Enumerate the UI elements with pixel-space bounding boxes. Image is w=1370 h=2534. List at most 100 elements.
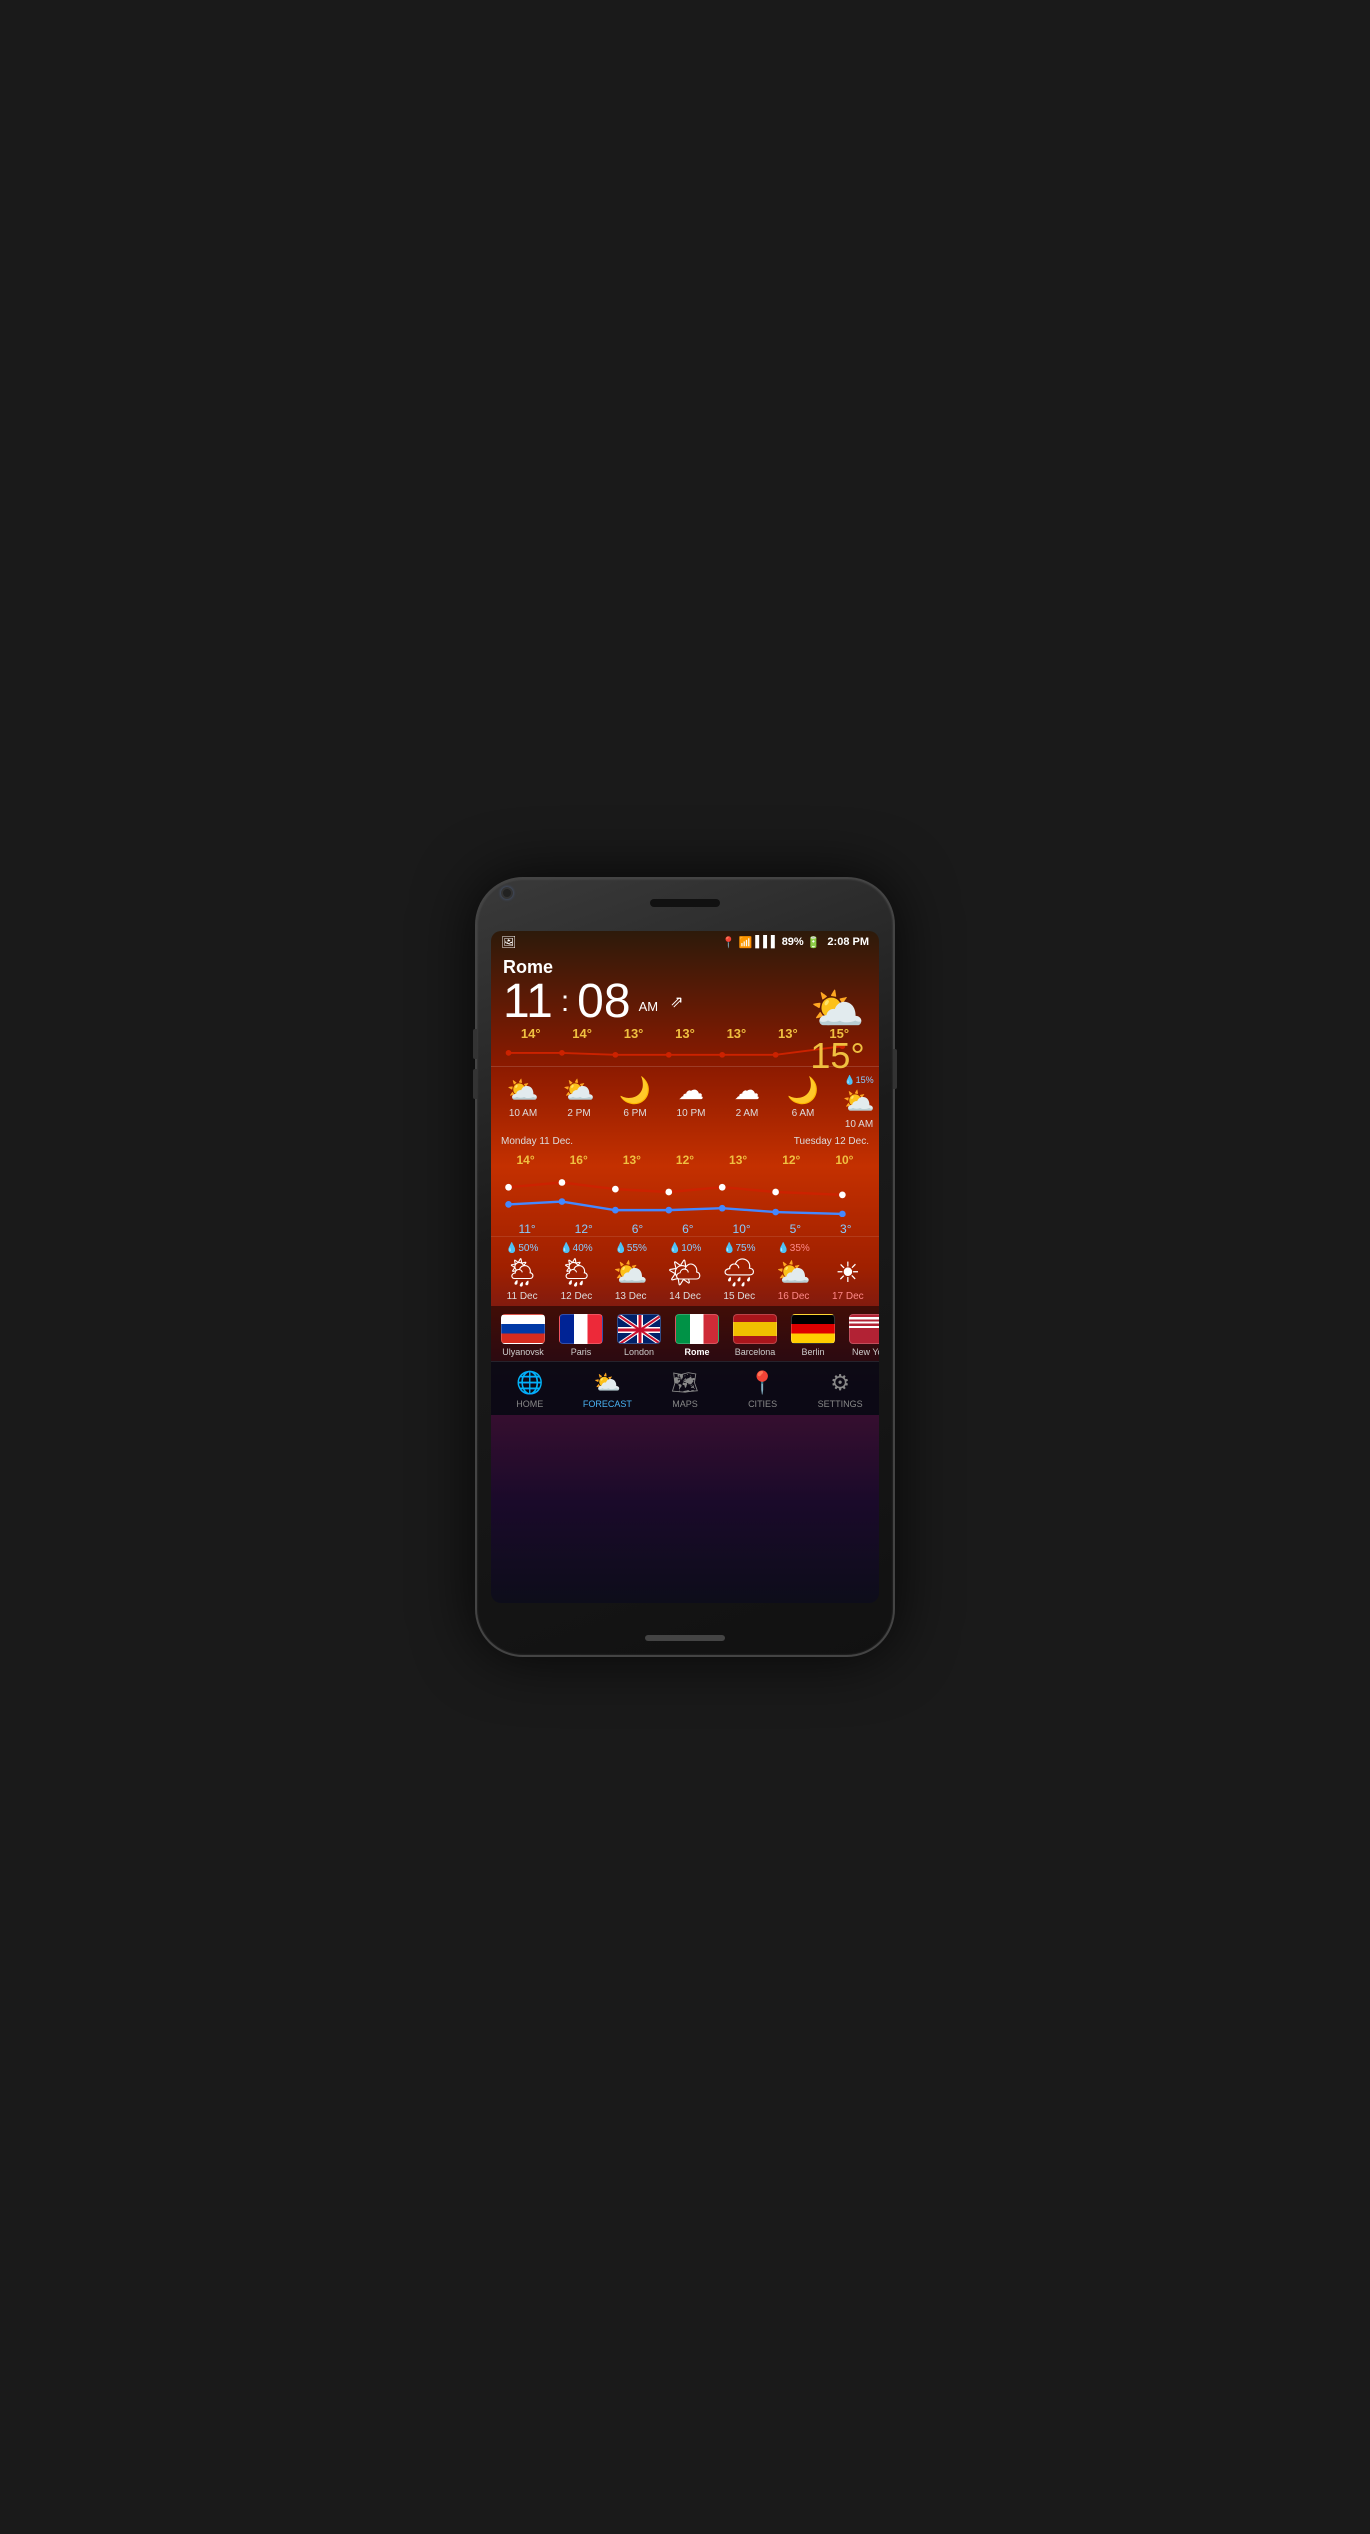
nav-forecast-label: FORECAST (583, 1399, 632, 1409)
date-labels-row: Monday 11 Dec. Tuesday 12 Dec. (491, 1134, 879, 1149)
daily-chart-svg (499, 1167, 871, 1217)
volume-up-button[interactable] (473, 1029, 477, 1059)
daily-high-3: 12° (676, 1153, 694, 1167)
share-icon[interactable]: ⇗ (670, 992, 683, 1012)
current-weather-icon: ⛅ (810, 983, 865, 1035)
day-date-6: 17 Dec (832, 1291, 864, 1302)
daily-high-2: 13° (623, 1153, 641, 1167)
cities-nav-icon: 📍 (749, 1370, 776, 1396)
day-precip-0: 💧50% (506, 1243, 538, 1254)
status-left: 🖼 (501, 935, 516, 949)
city-item-rome[interactable]: Rome (669, 1314, 725, 1357)
day-icon-1: 🌦 (559, 1256, 595, 1289)
battery-text: 89% (782, 936, 804, 948)
day-date-1: 12 Dec (561, 1291, 593, 1302)
hour-icon-6: ⛅ (843, 1086, 875, 1117)
city-item-barcelona[interactable]: Barcelona (727, 1314, 783, 1357)
day-card-6: ☀ 17 Dec (822, 1243, 874, 1302)
flag-italy (675, 1314, 719, 1344)
hour-icon-2: 🌙 (619, 1075, 651, 1106)
city-label-barcelona: Barcelona (735, 1347, 776, 1357)
daily-high-4: 13° (729, 1153, 747, 1167)
day-precip-4: 💧75% (723, 1243, 755, 1254)
day-date-4: 15 Dec (723, 1291, 755, 1302)
day-precip-1: 💧40% (560, 1243, 592, 1254)
city-item-berlin[interactable]: Berlin (785, 1314, 841, 1357)
status-right: 📍 📶 ▌▌▌ 89% 🔋 2:08 PM (722, 936, 869, 949)
city-name: Rome (503, 957, 867, 978)
daily-low-row: 11° 12° 6° 6° 10° 5° 3° (499, 1222, 871, 1236)
city-label-london: London (624, 1347, 654, 1357)
hour-time-1: 2 PM (567, 1108, 590, 1119)
hour-time-4: 2 AM (736, 1108, 759, 1119)
city-label-berlin: Berlin (801, 1347, 824, 1357)
time-ampm: AM (639, 999, 659, 1014)
weather-main: Rome 11 : 08 AM ⇗ ⛅ 15° (491, 953, 879, 1026)
signal-icon: ▌▌▌ (755, 936, 778, 948)
day-precip-6 (846, 1243, 849, 1254)
time-hours: 11 (503, 978, 553, 1026)
temp-label-3: 13° (675, 1026, 695, 1041)
nav-home-label: HOME (516, 1399, 543, 1409)
nav-maps-label: MAPS (672, 1399, 698, 1409)
flag-uk (617, 1314, 661, 1344)
day-precip-2: 💧55% (614, 1243, 646, 1254)
day-date-3: 14 Dec (669, 1291, 701, 1302)
flag-spain (733, 1314, 777, 1344)
gallery-icon: 🖼 (501, 935, 516, 949)
hour-item-1: ⛅ 2 PM (551, 1071, 607, 1134)
city-label-newyork: New York (852, 1347, 879, 1357)
home-indicator[interactable] (645, 1635, 725, 1641)
city-label-rome: Rome (684, 1347, 709, 1357)
daily-low-6: 3° (840, 1222, 851, 1236)
location-icon: 📍 (722, 936, 736, 949)
date-label-left: Monday 11 Dec. (501, 1136, 573, 1147)
phone-camera (501, 887, 513, 899)
hour-time-2: 6 PM (623, 1108, 646, 1119)
forecast-nav-icon: ⛅ (594, 1370, 621, 1396)
daily-high-1: 16° (570, 1153, 588, 1167)
battery-icon: 🔋 (807, 936, 821, 949)
day-icon-6: ☀ (835, 1256, 860, 1289)
hour-time-5: 6 AM (792, 1108, 815, 1119)
nav-cities-label: CITIES (748, 1399, 777, 1409)
daily-low-5: 5° (790, 1222, 801, 1236)
day-precip-3: 💧10% (669, 1243, 701, 1254)
city-label-paris: Paris (571, 1347, 592, 1357)
settings-nav-icon: ⚙ (830, 1370, 850, 1396)
hour-time-0: 10 AM (509, 1108, 537, 1119)
nav-cities[interactable]: 📍 CITIES (724, 1370, 802, 1409)
maps-nav-icon: 🗺 (671, 1370, 699, 1396)
hour-icon-1: ⛅ (563, 1075, 595, 1106)
day-date-0: 11 Dec (507, 1291, 538, 1302)
nav-home[interactable]: 🌐 HOME (491, 1370, 569, 1409)
hour-icon-3: ☁ (678, 1075, 704, 1106)
day-card-5: 💧35% ⛅ 16 Dec (768, 1243, 820, 1302)
power-button[interactable] (893, 1049, 897, 1089)
daily-high-row: 14° 16° 13° 12° 13° 12° 10° (499, 1153, 871, 1167)
daily-high-6: 10° (835, 1153, 853, 1167)
daily-high-5: 12° (782, 1153, 800, 1167)
volume-down-button[interactable] (473, 1069, 477, 1099)
nav-settings[interactable]: ⚙ SETTINGS (801, 1370, 879, 1409)
day-date-5: 16 Dec (778, 1291, 810, 1302)
hour-item-6: 💧15% ⛅ 10 AM (831, 1071, 879, 1134)
phone-frame: 🖼 📍 📶 ▌▌▌ 89% 🔋 2:08 PM Rome 11 : 08 AM … (475, 877, 895, 1657)
city-item-london[interactable]: London (611, 1314, 667, 1357)
flag-usa (849, 1314, 879, 1344)
hour-item-0: ⛅ 10 AM (495, 1071, 551, 1134)
phone-screen: 🖼 📍 📶 ▌▌▌ 89% 🔋 2:08 PM Rome 11 : 08 AM … (491, 931, 879, 1603)
city-item-newyork[interactable]: New York (843, 1314, 879, 1357)
daily-low-4: 10° (733, 1222, 751, 1236)
hour-item-2: 🌙 6 PM (607, 1071, 663, 1134)
day-date-2: 13 Dec (615, 1291, 647, 1302)
day-card-1: 💧40% 🌦 12 Dec (550, 1243, 602, 1302)
city-item-ulyanovsk[interactable]: Ulyanovsk (495, 1314, 551, 1357)
nav-forecast[interactable]: ⛅ FORECAST (569, 1370, 647, 1409)
day-precip-5: 💧35% (777, 1243, 809, 1254)
cities-flags-row[interactable]: Ulyanovsk Paris London Rome Barcelona (491, 1306, 879, 1361)
daily-chart-section: 14° 16° 13° 12° 13° 12° 10° (491, 1149, 879, 1236)
daily-high-0: 14° (516, 1153, 534, 1167)
nav-maps[interactable]: 🗺 MAPS (646, 1370, 724, 1409)
city-item-paris[interactable]: Paris (553, 1314, 609, 1357)
